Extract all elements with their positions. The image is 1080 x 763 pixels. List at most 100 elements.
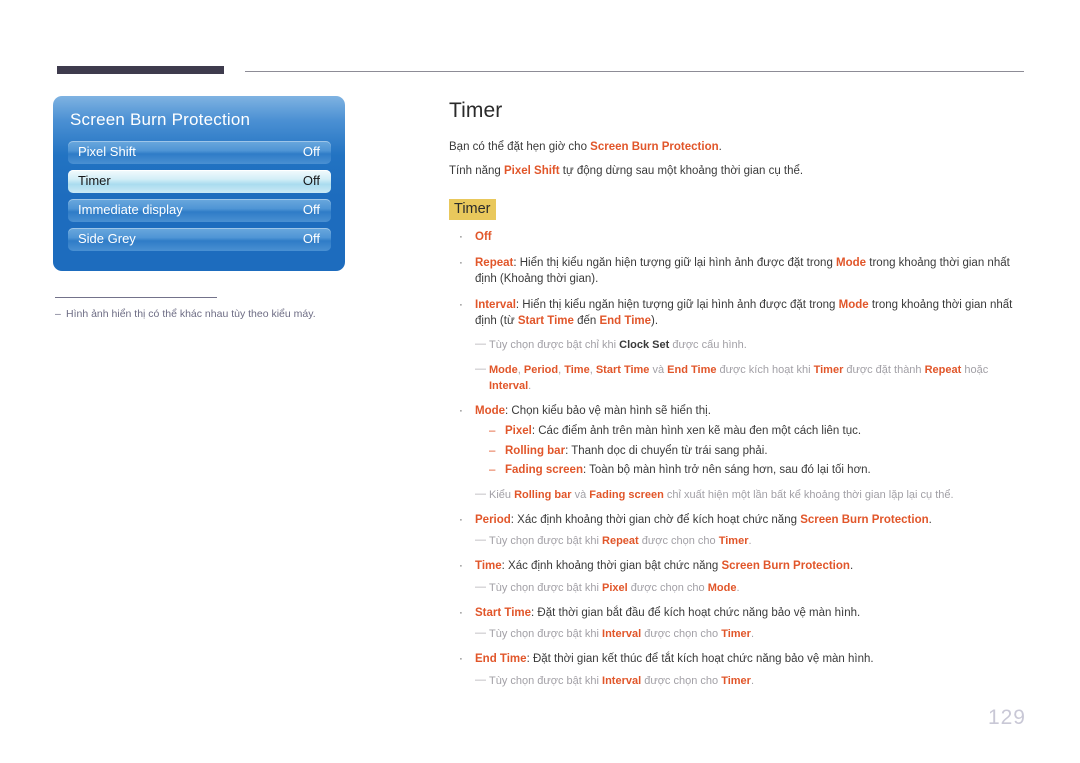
note-highlight: Timer <box>718 535 749 547</box>
note-highlight: Period <box>523 363 559 376</box>
note-highlight: Mode <box>707 581 737 594</box>
note-text: được chọn cho <box>641 674 722 687</box>
intro-paragraphs: Bạn có thể đặt hẹn giờ cho Screen Burn P… <box>449 139 1024 179</box>
list-item-start-time: · Start Time: Đặt thời gian bắt đầu để k… <box>449 605 1024 643</box>
sub-item-rolling-bar: – Rolling bar: Thanh dọc di chuyển từ tr… <box>475 443 1024 460</box>
intro-post: tự động dừng sau một khoảng thời gian cụ… <box>559 165 804 177</box>
osd-menu-item-pixel-shift[interactable]: Pixel Shift Off <box>68 141 331 164</box>
footnote-dash: – <box>55 308 61 320</box>
option-term: Repeat <box>475 256 514 269</box>
note-highlight: Interval <box>602 628 642 640</box>
note-highlight: Rolling bar <box>514 488 572 501</box>
bullet-dot-icon: · <box>459 653 463 665</box>
note-highlight: Timer <box>813 363 844 376</box>
note-highlight: Interval <box>602 674 642 687</box>
option-text: ). <box>651 315 659 327</box>
osd-item-label: Immediate display <box>78 202 183 217</box>
note-dash-icon: — <box>475 627 486 639</box>
osd-item-value: Off <box>302 173 320 188</box>
note-text: Tùy chọn được bật khi <box>489 535 603 547</box>
bullet-dot-icon: · <box>459 231 463 243</box>
option-highlight: End Time <box>599 315 652 327</box>
list-item-period: · Period: Xác định khoảng thời gian chờ … <box>449 512 1024 550</box>
section-heading-chip: Timer <box>449 199 496 220</box>
note-text: được chọn cho <box>638 535 719 547</box>
intro-pre: Bạn có thể đặt hẹn giờ cho <box>449 141 591 153</box>
osd-item-label: Side Grey <box>78 231 136 246</box>
option-highlight: Mode <box>836 256 867 269</box>
note-text: . <box>528 379 532 392</box>
option-highlight: Screen Burn Protection <box>721 560 850 572</box>
osd-item-label: Timer <box>78 173 111 188</box>
option-term: Start Time <box>475 606 532 619</box>
intro-line-2: Tính năng Pixel Shift tự động dừng sau m… <box>449 163 1024 179</box>
note-text: được cấu hình. <box>669 338 747 351</box>
osd-menu-item-immediate-display[interactable]: Immediate display Off <box>68 199 331 222</box>
option-text: : Đặt thời gian bắt đầu để kích hoạt chứ… <box>531 606 861 619</box>
list-item-interval: · Interval: Hiển thị kiểu ngăn hiện tượn… <box>449 297 1024 394</box>
note-highlight: Repeat <box>602 535 639 547</box>
option-text: : Xác định khoảng thời gian bật chức năn… <box>501 560 722 572</box>
list-item-off: · Off <box>449 229 1024 246</box>
option-term: Period <box>475 513 511 526</box>
note-activation-conditions: — Mode, Period, Time, Start Time và End T… <box>475 362 1024 394</box>
osd-menu-item-side-grey[interactable]: Side Grey Off <box>68 228 331 251</box>
note-dash-icon: — <box>475 362 486 375</box>
option-term: Time <box>475 560 502 572</box>
note-highlight: Timer <box>721 628 751 640</box>
intro-highlight: Pixel Shift <box>503 165 560 177</box>
sub-term: Pixel <box>505 425 532 437</box>
sub-term: Rolling bar <box>505 444 566 457</box>
figure-footnote: – Hình ảnh hiển thị có thể khác nhau tùy … <box>55 297 385 321</box>
option-text: . <box>849 560 854 572</box>
footnote-text: Hình ảnh hiển thị có thể khác nhau tùy t… <box>66 308 316 320</box>
list-item-time: · Time: Xác định khoảng thời gian bật ch… <box>449 558 1024 596</box>
note-text: và <box>571 488 590 501</box>
note-text: được đặt thành <box>843 363 925 376</box>
content-column: Timer Bạn có thể đặt hẹn giờ cho Screen … <box>449 99 1024 698</box>
note-highlight: Pixel <box>602 581 628 594</box>
note-dash-icon: — <box>475 487 486 500</box>
note-text: được kích hoạt khi <box>716 363 814 376</box>
list-item-repeat: · Repeat: Hiển thị kiểu ngăn hiện tượng … <box>449 255 1024 288</box>
option-text: : Xác định khoảng thời gian chờ để kích … <box>510 513 801 526</box>
option-text: : Chọn kiểu bảo vệ màn hình sẽ hiển thị. <box>505 404 711 417</box>
note-text: Tùy chọn được bật khi <box>489 581 603 594</box>
note-repeat-timer: — Tùy chọn được bật khi Repeat được chọn … <box>475 533 1024 549</box>
note-interval-timer-start: — Tùy chọn được bật khi Interval được chọ… <box>475 626 1024 642</box>
note-dash-icon: — <box>475 580 486 593</box>
note-highlight: Start Time <box>595 363 650 376</box>
sub-text: : Toàn bộ màn hình trở nên sáng hơn, sau… <box>582 464 871 476</box>
sub-item-fading-screen: – Fading screen: Toàn bộ màn hình trở nê… <box>475 462 1024 479</box>
osd-menu-list: Pixel Shift Off Timer Off Immediate disp… <box>68 141 331 257</box>
option-text: đến <box>573 315 600 327</box>
intro-post: . <box>718 141 722 153</box>
bullet-dot-icon: · <box>459 560 463 572</box>
note-highlight: Repeat <box>924 363 962 376</box>
note-text: hoặc <box>961 363 989 376</box>
option-term: Interval <box>475 298 516 311</box>
osd-item-value: Off <box>302 144 320 159</box>
footnote-line: – Hình ảnh hiển thị có thể khác nhau tùy … <box>55 307 385 321</box>
bullet-dot-icon: · <box>459 606 463 619</box>
bullet-dot-icon: · <box>459 404 463 417</box>
note-text: . <box>750 674 755 687</box>
bullet-dot-icon: · <box>459 513 463 526</box>
option-text: . <box>928 513 932 526</box>
page-title: Timer <box>449 99 503 122</box>
note-dash-icon: — <box>475 673 486 686</box>
note-text: Tùy chọn được bật chỉ khi <box>489 338 620 351</box>
note-highlight: Time <box>564 363 590 376</box>
note-highlight: Mode <box>489 363 518 376</box>
sub-text: : Thanh dọc di chuyển từ trái sang phải. <box>565 444 768 457</box>
osd-item-value: Off <box>302 202 320 217</box>
note-text: Kiểu <box>489 488 515 501</box>
sub-dash-icon: – <box>489 425 496 437</box>
osd-menu-item-timer[interactable]: Timer Off <box>68 170 331 193</box>
option-term: Off <box>475 231 492 243</box>
intro-line-1: Bạn có thể đặt hẹn giờ cho Screen Burn P… <box>449 139 1024 155</box>
option-term: Mode <box>475 404 506 417</box>
bullet-dot-icon: · <box>459 256 463 269</box>
note-pixel-mode: — Tùy chọn được bật khi Pixel được chọn c… <box>475 580 1024 596</box>
note-highlight: Clock Set <box>619 338 670 351</box>
